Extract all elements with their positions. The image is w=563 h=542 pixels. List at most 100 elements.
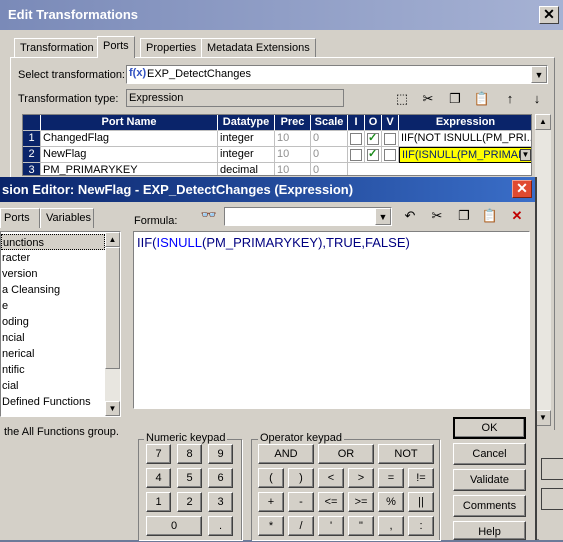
col-header-v[interactable]: V bbox=[382, 115, 399, 131]
help-button[interactable]: Help bbox=[453, 521, 526, 540]
validate-button[interactable]: Validate bbox=[453, 469, 526, 491]
key-7[interactable]: 7 bbox=[146, 444, 171, 464]
copy-icon[interactable]: ❐ bbox=[446, 90, 464, 108]
scale-cell[interactable]: 0 bbox=[311, 131, 348, 147]
row-number[interactable]: 2 bbox=[23, 147, 41, 163]
key-not[interactable]: NOT bbox=[378, 444, 434, 464]
col-header-datatype[interactable]: Datatype bbox=[218, 115, 275, 131]
key-9[interactable]: 9 bbox=[208, 444, 233, 464]
formula-search-dropdown[interactable]: ▼ bbox=[224, 207, 392, 226]
tab-variables[interactable]: Variables bbox=[40, 208, 94, 228]
key-less-than[interactable]: < bbox=[318, 468, 344, 488]
prec-cell[interactable]: 10 bbox=[275, 147, 311, 163]
list-scrollbar[interactable]: ▲ ▼ bbox=[105, 232, 120, 416]
key-5[interactable]: 5 bbox=[177, 468, 202, 488]
comments-button[interactable]: Comments bbox=[453, 495, 526, 517]
outer-titlebar[interactable]: Edit Transformations bbox=[0, 0, 563, 30]
key-divide[interactable]: / bbox=[288, 516, 314, 536]
scroll-down-arrow-icon[interactable]: ▼ bbox=[105, 401, 120, 416]
paste-icon[interactable]: 📋 bbox=[473, 90, 491, 108]
chevron-down-icon[interactable]: ▼ bbox=[375, 208, 391, 225]
prec-cell[interactable]: 10 bbox=[275, 163, 311, 175]
paste-icon[interactable]: 📋 bbox=[481, 207, 499, 225]
key-plus[interactable]: + bbox=[258, 492, 284, 512]
input-checkbox[interactable] bbox=[350, 149, 362, 161]
variable-checkbox[interactable] bbox=[384, 149, 396, 161]
cancel-button[interactable]: Cancel bbox=[453, 443, 526, 465]
port-name-cell[interactable]: PM_PRIMARYKEY bbox=[41, 163, 218, 175]
key-double-quote[interactable]: " bbox=[348, 516, 374, 536]
tab-transformation[interactable]: Transformation bbox=[14, 38, 100, 58]
row-number[interactable]: 1 bbox=[23, 131, 41, 147]
expression-cell[interactable]: IIF(NOT ISNULL(PM_PRI... bbox=[399, 131, 531, 147]
cut-icon[interactable]: ✂ bbox=[428, 207, 446, 225]
port-name-cell[interactable]: ChangedFlag bbox=[41, 131, 218, 147]
function-group-item[interactable]: cial bbox=[1, 378, 105, 394]
tab-ports[interactable]: Ports bbox=[97, 36, 135, 58]
function-group-item[interactable]: e bbox=[1, 298, 105, 314]
col-header-prec[interactable]: Prec bbox=[275, 115, 311, 131]
key-8[interactable]: 8 bbox=[177, 444, 202, 464]
function-group-item[interactable]: ntific bbox=[1, 362, 105, 378]
function-group-item[interactable]: a Cleansing bbox=[1, 282, 105, 298]
key-comma[interactable]: , bbox=[378, 516, 404, 536]
key-6[interactable]: 6 bbox=[208, 468, 233, 488]
variable-checkbox[interactable] bbox=[384, 133, 396, 145]
key-4[interactable]: 4 bbox=[146, 468, 171, 488]
datatype-cell[interactable]: integer bbox=[218, 131, 275, 147]
key-and[interactable]: AND bbox=[258, 444, 314, 464]
select-transformation-dropdown[interactable]: f(x) EXP_DetectChanges ▼ bbox=[126, 65, 548, 84]
output-checkbox[interactable] bbox=[367, 147, 379, 162]
move-up-icon[interactable]: ↑ bbox=[501, 90, 519, 108]
key-1[interactable]: 1 bbox=[146, 492, 171, 512]
expression-cell-highlighted[interactable]: IIF(ISNULL(PM_PRIMARY... ▼ bbox=[399, 147, 531, 163]
datatype-cell[interactable]: integer bbox=[218, 147, 275, 163]
outer-button-edge[interactable] bbox=[541, 488, 563, 510]
function-group-item[interactable]: nerical bbox=[1, 346, 105, 362]
key-2[interactable]: 2 bbox=[177, 492, 202, 512]
scroll-up-arrow-icon[interactable]: ▲ bbox=[105, 232, 120, 247]
key-colon[interactable]: : bbox=[408, 516, 434, 536]
port-name-cell[interactable]: NewFlag bbox=[41, 147, 218, 163]
tab-metadata-extensions[interactable]: Metadata Extensions bbox=[201, 38, 316, 58]
input-checkbox[interactable] bbox=[350, 133, 362, 145]
key-or[interactable]: OR bbox=[318, 444, 374, 464]
key-minus[interactable]: - bbox=[288, 492, 314, 512]
key-percent[interactable]: % bbox=[378, 492, 404, 512]
formula-textarea[interactable]: IIF(ISNULL(PM_PRIMARYKEY),TRUE,FALSE) bbox=[133, 231, 530, 409]
function-group-item[interactable]: racter bbox=[1, 250, 105, 266]
copy-icon[interactable]: ❐ bbox=[455, 207, 473, 225]
col-header-port-name[interactable]: Port Name bbox=[41, 115, 218, 131]
col-header-o[interactable]: O bbox=[365, 115, 382, 131]
ok-button[interactable]: OK bbox=[453, 417, 526, 439]
scroll-thumb[interactable] bbox=[105, 247, 120, 369]
scale-cell[interactable]: 0 bbox=[311, 147, 348, 163]
binoculars-icon[interactable]: 👓 bbox=[200, 206, 218, 224]
move-down-icon[interactable]: ↓ bbox=[528, 90, 546, 108]
grid-scrollbar[interactable]: ▲ ▼ bbox=[535, 114, 551, 426]
undo-icon[interactable]: ↶ bbox=[401, 207, 419, 225]
outer-close-button[interactable]: ✕ bbox=[539, 6, 559, 24]
tab-properties[interactable]: Properties bbox=[140, 38, 203, 58]
key-multiply[interactable]: * bbox=[258, 516, 284, 536]
function-group-item[interactable]: unctions bbox=[1, 234, 105, 250]
outer-button-edge[interactable] bbox=[541, 458, 563, 480]
key-close-paren[interactable]: ) bbox=[288, 468, 314, 488]
new-port-icon[interactable]: ⬚ bbox=[393, 90, 411, 108]
key-not-equals[interactable]: != bbox=[408, 468, 434, 488]
function-group-list[interactable]: unctions racter version a Cleansing e od… bbox=[0, 231, 121, 417]
tab-ports-editor[interactable]: Ports bbox=[0, 208, 40, 228]
chevron-down-icon[interactable]: ▼ bbox=[531, 66, 547, 83]
key-greater-equal[interactable]: >= bbox=[348, 492, 374, 512]
open-editor-icon[interactable]: ▼ bbox=[520, 149, 531, 161]
prec-cell[interactable]: 10 bbox=[275, 131, 311, 147]
key-equals[interactable]: = bbox=[378, 468, 404, 488]
delete-icon[interactable]: ✕ bbox=[508, 207, 526, 225]
key-greater-than[interactable]: > bbox=[348, 468, 374, 488]
output-checkbox[interactable] bbox=[367, 131, 379, 146]
key-0[interactable]: 0 bbox=[146, 516, 202, 536]
datatype-cell[interactable]: decimal bbox=[218, 163, 275, 175]
key-decimal[interactable]: . bbox=[208, 516, 233, 536]
row-number[interactable]: 3 bbox=[23, 163, 41, 175]
key-3[interactable]: 3 bbox=[208, 492, 233, 512]
